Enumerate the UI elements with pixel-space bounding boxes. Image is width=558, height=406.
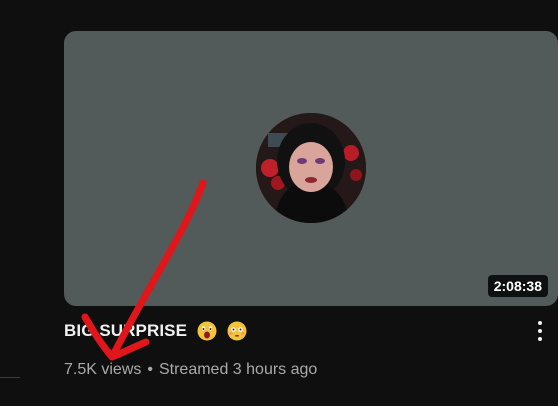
divider [0,377,20,378]
video-title-row[interactable]: BIG SURPRISE [64,317,247,345]
page: 2:08:38 BIG SURPRISE 7.5K views • Stream… [0,0,558,406]
face-with-open-mouth-emoji [197,321,217,341]
flushed-face-emoji [227,321,247,341]
stream-time: Streamed 3 hours ago [158,361,318,378]
menu-dot [538,321,542,325]
duration-badge: 2:08:38 [487,275,548,297]
meta-separator: • [147,361,153,378]
view-count: 7.5K views [64,361,142,378]
video-metadata: 7.5K views • Streamed 3 hours ago [64,359,317,381]
vertical-ellipsis-icon[interactable] [530,317,550,345]
video-thumbnail[interactable]: 2:08:38 [64,31,558,306]
channel-avatar [256,113,366,223]
menu-dot [538,329,542,333]
menu-dot [538,337,542,341]
video-title[interactable]: BIG SURPRISE [64,321,187,341]
